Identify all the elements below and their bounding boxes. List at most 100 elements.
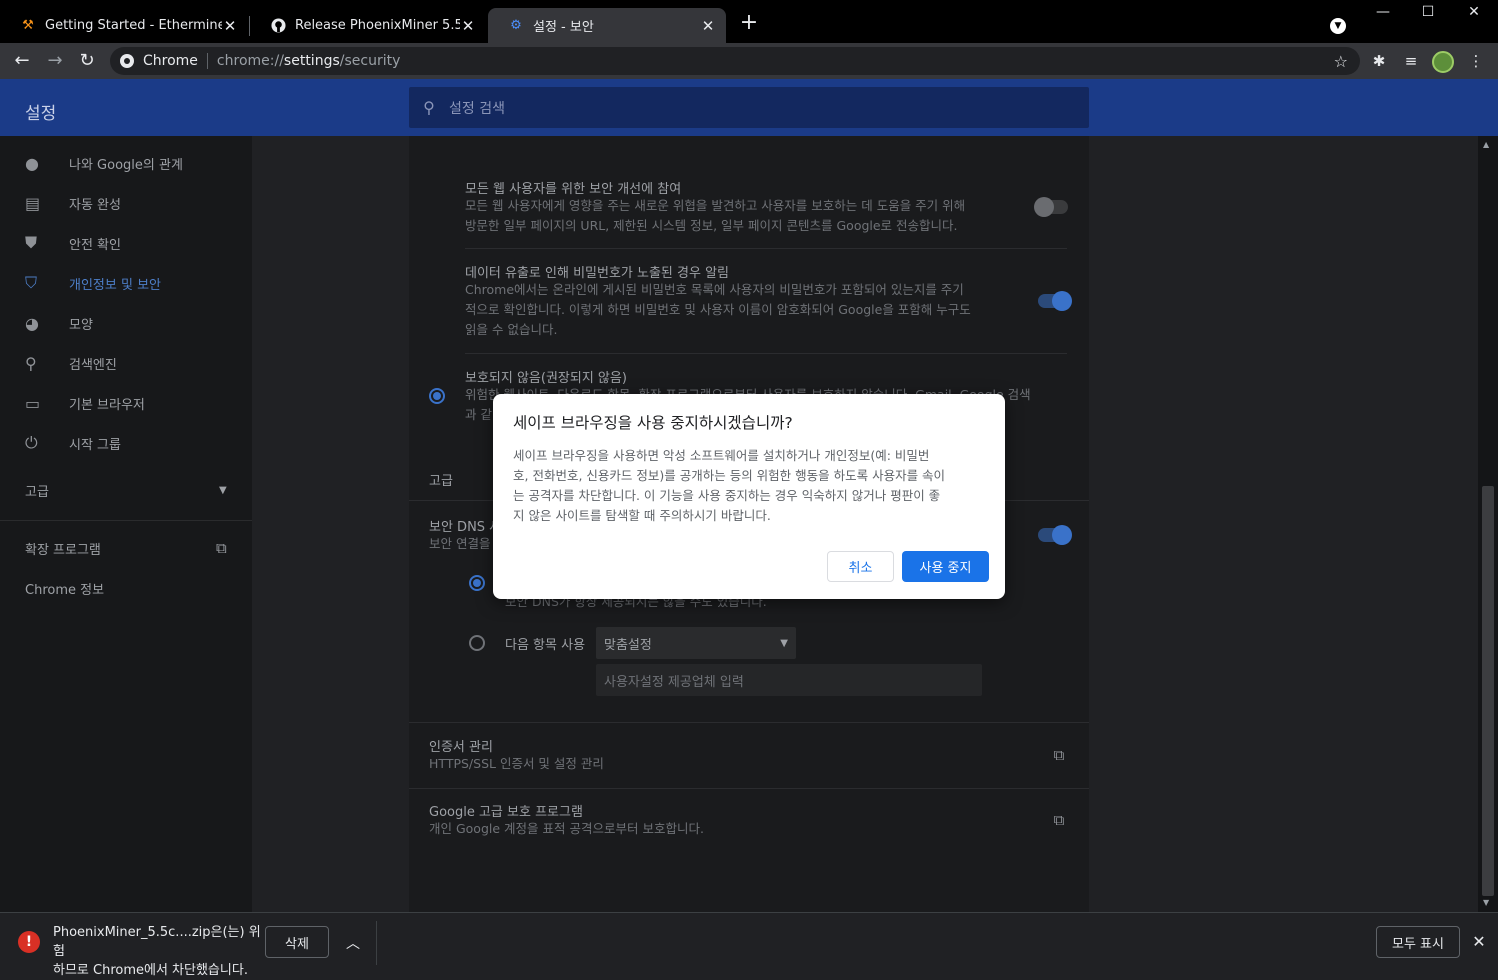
person-icon: ● bbox=[25, 153, 39, 173]
sidebar-item-safety-check[interactable]: ⛊ 안전 확인 bbox=[0, 223, 252, 263]
tab-strip: ⚒ Getting Started - Ethermine - H ✕ Rele… bbox=[0, 0, 1498, 43]
sidebar-item-label: 자동 완성 bbox=[69, 197, 121, 213]
download-bar-divider bbox=[376, 921, 377, 965]
close-icon[interactable]: ✕ bbox=[1470, 933, 1488, 951]
settings-search-input[interactable]: ⚲ 설정 검색 bbox=[409, 87, 1089, 128]
dns-custom-radio[interactable] bbox=[469, 635, 485, 651]
divider bbox=[409, 788, 1089, 789]
no-protection-desc-2: 과 같 bbox=[465, 407, 492, 422]
dialog-body-line: 지 않은 사이트를 탐색할 때 주의하시기 바랍니다. bbox=[513, 508, 771, 523]
sidebar-item-default-browser[interactable]: ▭ 기본 브라우저 bbox=[0, 383, 252, 423]
delete-download-button[interactable]: 삭제 bbox=[265, 926, 329, 958]
improve-security-title: 모든 웹 사용자를 위한 보안 개선에 참여 bbox=[465, 182, 682, 197]
sidebar-item-label: 모양 bbox=[69, 317, 93, 333]
advanced-protection-title: Google 고급 보호 프로그램 bbox=[429, 805, 583, 820]
omnibox[interactable]: Chrome chrome://settings/security ☆ bbox=[110, 47, 1360, 75]
no-protection-title: 보호되지 않음(권장되지 않음) bbox=[465, 371, 627, 386]
new-tab-icon[interactable]: + bbox=[738, 12, 760, 34]
sidebar-item-appearance[interactable]: ◕ 모양 bbox=[0, 303, 252, 343]
close-icon[interactable]: ✕ bbox=[222, 17, 238, 35]
tab-title: 설정 - 보안 bbox=[533, 20, 594, 35]
sidebar-item-on-startup[interactable]: ⏻ 시작 그룹 bbox=[0, 423, 252, 463]
show-all-downloads-button[interactable]: 모두 표시 bbox=[1376, 926, 1460, 958]
sidebar-item-google[interactable]: ● 나와 Google의 관계 bbox=[0, 143, 252, 183]
dns-current-provider-radio[interactable] bbox=[469, 575, 485, 591]
tab-settings-security[interactable]: ⚙ 설정 - 보안 ✕ bbox=[488, 8, 726, 43]
improve-security-toggle[interactable] bbox=[1034, 197, 1068, 217]
password-leak-toggle[interactable] bbox=[1038, 291, 1072, 311]
password-leak-desc-3: 읽을 수 없습니다. bbox=[465, 322, 558, 337]
dialog-title: 세이프 브라우징을 사용 중지하시겠습니까? bbox=[513, 414, 793, 432]
external-link-icon[interactable]: ⧉ bbox=[1050, 811, 1068, 829]
sidebar-item-label: 개인정보 및 보안 bbox=[69, 277, 161, 293]
dns-provider-select[interactable]: 맞춤설정 ▼ bbox=[596, 627, 796, 659]
kebab-menu-icon[interactable]: ⋮ bbox=[1466, 51, 1486, 71]
advanced-protection-desc: 개인 Google 계정을 표적 공격으로부터 보호합니다. bbox=[429, 821, 704, 836]
tab-ethermine[interactable]: ⚒ Getting Started - Ethermine - H ✕ bbox=[0, 8, 248, 43]
github-icon bbox=[270, 18, 286, 34]
settings-gear-icon: ⚙ bbox=[510, 18, 522, 33]
scrollbar-thumb[interactable] bbox=[1482, 486, 1494, 896]
scroll-up-icon[interactable]: ▲ bbox=[1483, 140, 1489, 149]
sidebar-item-label: 시작 그룹 bbox=[69, 437, 121, 453]
external-link-icon[interactable]: ⧉ bbox=[1050, 746, 1068, 764]
toggle-knob bbox=[1052, 291, 1072, 311]
password-leak-desc-2: 적으로 확인합니다. 이렇게 하면 비밀번호 및 사용자 이름이 암호화되어 G… bbox=[465, 302, 971, 317]
sidebar-extensions[interactable]: 확장 프로그램 ⧉ bbox=[0, 528, 252, 568]
minimize-icon[interactable]: — bbox=[1360, 4, 1406, 26]
divider bbox=[465, 248, 1067, 249]
sidebar-item-label: 기본 브라우저 bbox=[69, 397, 145, 413]
divider bbox=[465, 353, 1067, 354]
tab-phoenixminer[interactable]: Release PhoenixMiner 5.5c · Pho ✕ bbox=[250, 8, 486, 43]
download-item-text[interactable]: PhoenixMiner_5.5c....zip은(는) 위험 하므로 Chro… bbox=[53, 923, 263, 980]
shield-icon: ⛉ bbox=[25, 273, 38, 292]
no-protection-radio[interactable] bbox=[429, 388, 445, 404]
profile-avatar[interactable] bbox=[1432, 51, 1454, 73]
dns-provider-value: 맞춤설정 bbox=[604, 637, 652, 653]
password-leak-desc-1: Chrome에서는 온라인에 게시된 비밀번호 목록에 사용자의 비밀번호가 포… bbox=[465, 282, 964, 297]
media-queue-icon[interactable]: ≡ bbox=[1401, 51, 1421, 71]
bookmark-star-icon[interactable]: ☆ bbox=[1334, 52, 1348, 71]
close-icon[interactable]: ✕ bbox=[700, 17, 716, 35]
sidebar-item-autofill[interactable]: ▤ 자동 완성 bbox=[0, 183, 252, 223]
sidebar-advanced[interactable]: 고급 ▼ bbox=[0, 470, 252, 510]
download-warning-line: PhoenixMiner_5.5c....zip은(는) 위험 bbox=[53, 925, 261, 959]
scroll-down-icon[interactable]: ▼ bbox=[1483, 898, 1489, 907]
back-icon[interactable]: ← bbox=[10, 49, 34, 73]
dialog-body-line: 호, 전화번호, 신용카드 정보)를 공개하는 등의 위험한 행동을 하도록 사… bbox=[513, 468, 946, 483]
sidebar-about-chrome[interactable]: Chrome 정보 bbox=[0, 568, 252, 608]
secure-dns-toggle[interactable] bbox=[1038, 525, 1072, 545]
dns-custom-label: 다음 항목 사용 bbox=[505, 638, 586, 653]
window-close-icon[interactable]: ✕ bbox=[1451, 4, 1497, 26]
chevron-up-icon[interactable]: ︿ bbox=[344, 933, 362, 952]
toggle-knob bbox=[1052, 525, 1072, 545]
dns-custom-provider-input[interactable]: 사용자설정 제공업체 입력 bbox=[596, 664, 982, 696]
dialog-body-line: 는 공격자를 차단합니다. 이 기능을 사용 중지하는 경우 익숙하지 않거나 … bbox=[513, 488, 941, 503]
sidebar-item-search-engine[interactable]: ⚲ 검색엔진 bbox=[0, 343, 252, 383]
power-icon: ⏻ bbox=[25, 433, 38, 452]
close-icon[interactable]: ✕ bbox=[460, 17, 476, 35]
tab-title: Release PhoenixMiner 5.5c · Pho bbox=[295, 18, 460, 33]
sidebar-extensions-label: 확장 프로그램 bbox=[25, 542, 101, 558]
browser-toolbar: ← → ↻ Chrome chrome://settings/security … bbox=[0, 43, 1498, 79]
tab-search-icon[interactable]: ▼ bbox=[1330, 18, 1346, 34]
sidebar-item-label: 나와 Google의 관계 bbox=[69, 157, 183, 173]
maximize-icon[interactable]: ☐ bbox=[1405, 4, 1451, 26]
toggle-knob bbox=[1034, 197, 1054, 217]
cancel-button[interactable]: 취소 bbox=[827, 551, 894, 582]
external-link-icon: ⧉ bbox=[216, 539, 227, 557]
omnibox-chip: Chrome bbox=[143, 53, 198, 69]
sidebar-item-privacy[interactable]: ⛉ 개인정보 및 보안 bbox=[0, 263, 252, 303]
tab-title: Getting Started - Ethermine - H bbox=[45, 18, 222, 33]
manage-certificates-desc: HTTPS/SSL 인증서 및 설정 관리 bbox=[429, 756, 604, 771]
dropdown-arrow-icon: ▼ bbox=[780, 637, 788, 649]
secure-dns-title: 보안 DNS 사 bbox=[429, 520, 502, 535]
turn-off-button[interactable]: 사용 중지 bbox=[902, 551, 989, 582]
sidebar-advanced-label: 고급 bbox=[25, 484, 49, 500]
extensions-puzzle-icon[interactable]: ✱ bbox=[1369, 51, 1389, 71]
forward-icon[interactable]: → bbox=[43, 49, 67, 73]
reload-icon[interactable]: ↻ bbox=[75, 49, 99, 73]
search-icon: ⚲ bbox=[423, 98, 435, 117]
chevron-down-icon: ▼ bbox=[219, 484, 227, 496]
settings-header: 설정 ⚲ 설정 검색 bbox=[0, 79, 1498, 136]
